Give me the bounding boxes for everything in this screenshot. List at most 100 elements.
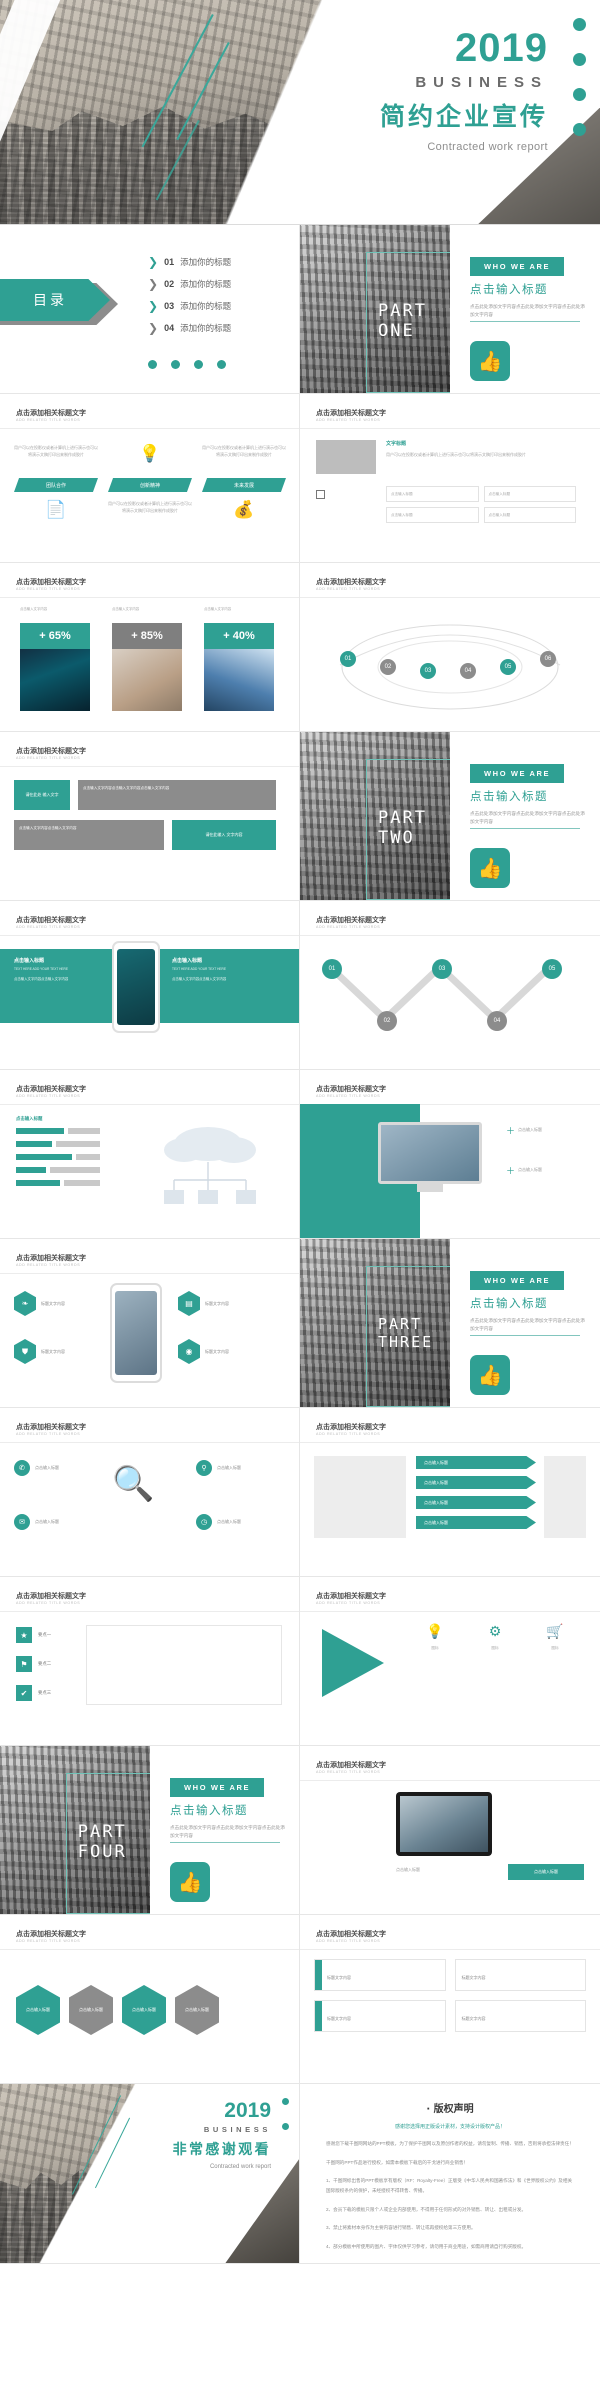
list-item[interactable]: ❯ 01 添加你的标题 [148, 251, 231, 273]
cart-icon: 🛒 [546, 1623, 564, 1639]
icon-row[interactable]: ◉ 标题文字内容 [178, 1339, 229, 1364]
feature-cell[interactable]: 标题文字内容 [454, 2000, 586, 2032]
cover-business-label: BUSINESS [415, 74, 548, 91]
label-row[interactable]: ◷ 点击输入标题 [196, 1514, 241, 1530]
icon-row[interactable]: ▤ 标题文字内容 [178, 1291, 229, 1316]
chart-icon: ▤ [178, 1291, 200, 1316]
hex-item[interactable]: 点击输入标题 [69, 1985, 113, 2035]
part-label: PART TWO [378, 808, 427, 848]
page-title: 点击添加相关标题文字 [316, 1592, 386, 1600]
dot-icon [217, 360, 226, 369]
zigzag-node[interactable]: 03 [432, 959, 452, 979]
cell-label: 标题文字内容 [461, 2016, 486, 2021]
copyright-paragraph: 3、禁止将素材本身作为主要内容进行销售、转让或再授权给第三方使用。 [326, 2225, 476, 2231]
divider [0, 935, 299, 936]
bulb-icon: 💡 [426, 1623, 444, 1639]
slide-hexagons: 点击添加相关标题文字 ADD RELATED TITLE WORDS 点击输入标… [0, 1915, 300, 2084]
divider [470, 1335, 580, 1337]
contents-dot-row [148, 360, 226, 369]
dot-icon [573, 123, 586, 136]
checklist-row[interactable]: ⚑ 要点二 [16, 1656, 51, 1672]
network-node[interactable]: 05 [500, 659, 516, 675]
icon-row[interactable]: ❧ 标题文字内容 [14, 1291, 65, 1316]
label: 点击输入标题 [217, 1519, 241, 1524]
card-image [204, 649, 274, 711]
cell-accent [315, 1960, 322, 1990]
icon-row-label: 标题文字内容 [41, 1348, 65, 1354]
arrow-row[interactable]: 点击输入标题 [416, 1456, 536, 1469]
label-row[interactable]: ⚲ 点击输入标题 [196, 1460, 241, 1476]
feature-cell[interactable]: 标题文字内容 [454, 1959, 586, 1991]
arrow-row[interactable]: 点击输入标题 [416, 1516, 536, 1529]
text-block: 点击输入文字内容点击输入文字内容点击输入文字内容 [78, 780, 276, 810]
dot-icon [171, 360, 180, 369]
column: 用户可以在投影仪或者计算机上进行演示也可以将演示文稿打印出来制作成胶片 团队合作… [14, 444, 98, 520]
contents-item-label: 添加你的标题 [180, 302, 232, 312]
zigzag-node[interactable]: 01 [322, 959, 342, 979]
list-item[interactable]: ❯ 02 添加你的标题 [148, 273, 231, 295]
part-label: PART THREE [378, 1315, 434, 1351]
triangle-column: 💡 图标 [412, 1623, 458, 1651]
arrow-row[interactable]: 点击输入标题 [416, 1496, 536, 1509]
part-heading: 点击输入标题 [470, 282, 548, 296]
network-node[interactable]: 02 [380, 659, 396, 675]
divider [470, 828, 580, 830]
badge-left: 请在此处 输入文字 [14, 780, 70, 810]
slide-part-four: PART FOUR WHO WE ARE 点击输入标题 点击此处添加文字内容点击此… [0, 1746, 300, 1915]
slide-part-three: PART THREE WHO WE ARE 点击输入标题 点击此处添加文字内容点击… [300, 1239, 600, 1408]
zigzag-node[interactable]: 05 [542, 959, 562, 979]
slide-zigzag: 点击添加相关标题文字 ADD RELATED TITLE WORDS 01 02… [300, 901, 600, 1070]
icon-row[interactable]: ⛊ 标题文字内容 [14, 1339, 65, 1364]
copyright-paragraph: 千图网的PPT作品进行授权，如需本模板下载后的干戈进行商业销售！ [326, 2159, 469, 2165]
page-subtitle: ADD RELATED TITLE WORDS [16, 756, 81, 760]
copyright-paragraph: 感谢您下载千图网网站的PPT模板，为了保护千图网以及原创作者的权益，请勿复制、传… [326, 2141, 574, 2146]
network-node[interactable]: 01 [340, 651, 356, 667]
cell-label: 标题文字内容 [461, 1975, 486, 1980]
pin-icon: ⚲ [196, 1460, 212, 1476]
page-subtitle: ADD RELATED TITLE WORDS [316, 587, 381, 591]
feature-cell[interactable]: 标题文字内容 [314, 1959, 446, 1991]
tablet-badge[interactable]: 点击输入标题 [508, 1864, 584, 1880]
chevron-right-icon: ❯ [148, 277, 159, 291]
copyright-paragraph: 2、会员下载的模板只限个人或企业内部使用，不得用于任何形式的对外销售、转让、出租… [326, 2206, 527, 2212]
column-ribbon[interactable]: 创新精神 [108, 478, 192, 492]
plus-icon: ＋ [506, 1126, 516, 1136]
tablet-frame [396, 1792, 492, 1856]
column-ribbon[interactable]: 团队合作 [14, 478, 98, 492]
leaf-icon: ❧ [14, 1291, 36, 1316]
slide-magnifier: 点击添加相关标题文字 ADD RELATED TITLE WORDS 🔍 ✆ 点… [0, 1408, 300, 1577]
arrow-row[interactable]: 点击输入标题 [416, 1476, 536, 1489]
label: 点击输入标题 [35, 1465, 59, 1470]
network-node[interactable]: 06 [540, 651, 556, 667]
list-item[interactable]: ❯ 03 添加你的标题 [148, 295, 231, 317]
label-row[interactable]: ✉ 点击输入标题 [14, 1514, 59, 1530]
label-row[interactable]: ✆ 点击输入标题 [14, 1460, 59, 1476]
hex-item[interactable]: 点击输入标题 [122, 1985, 166, 2035]
page-subtitle: ADD RELATED TITLE WORDS [16, 587, 81, 591]
checkbox-icon[interactable] [316, 490, 325, 499]
page-subtitle: ADD RELATED TITLE WORDS [316, 1770, 381, 1774]
checklist-row[interactable]: ★ 要点一 [16, 1627, 51, 1643]
copyright-title: · 版权声明 [426, 2104, 474, 2115]
mail-icon: ✉ [14, 1514, 30, 1530]
monitor-screen [378, 1122, 482, 1184]
slide-three-column: 点击添加相关标题文字 ADD RELATED TITLE WORDS 用户可以在… [0, 394, 300, 563]
card-caption: 点击输入文字内容 [112, 607, 140, 611]
divider [0, 597, 299, 598]
network-node[interactable]: 04 [460, 663, 476, 679]
dot-icon [194, 360, 203, 369]
divider [0, 1273, 299, 1274]
dot-icon [573, 18, 586, 31]
hex-item[interactable]: 点击输入标题 [16, 1985, 60, 2035]
feature-cell[interactable]: 标题文字内容 [314, 2000, 446, 2032]
zigzag-node[interactable]: 04 [487, 1011, 507, 1031]
closing-cover: 2019 BUSINESS 非常感谢观看 Contracted work rep… [0, 2084, 299, 2263]
checklist-row[interactable]: ✔ 要点三 [16, 1685, 51, 1701]
page-subtitle: ADD RELATED TITLE WORDS [16, 1263, 81, 1267]
zigzag-node[interactable]: 02 [377, 1011, 397, 1031]
column-ribbon[interactable]: 未来发展 [202, 478, 286, 492]
hex-item[interactable]: 点击输入标题 [175, 1985, 219, 2035]
list-item[interactable]: ❯ 04 添加你的标题 [148, 317, 231, 339]
network-node[interactable]: 03 [420, 663, 436, 679]
page-title: 点击添加相关标题文字 [16, 1592, 86, 1600]
